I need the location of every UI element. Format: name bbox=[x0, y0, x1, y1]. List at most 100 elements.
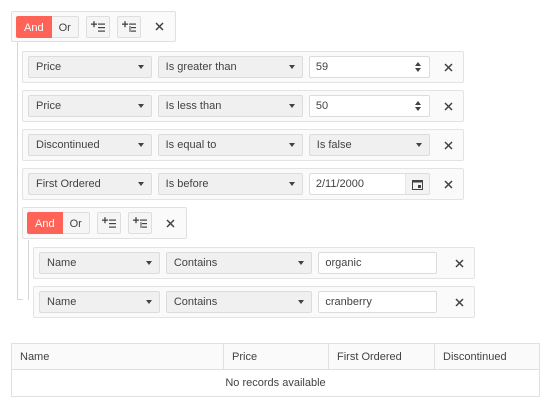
arrow-up-icon[interactable] bbox=[415, 62, 422, 66]
field-dropdown[interactable]: Name bbox=[39, 291, 160, 313]
close-icon bbox=[455, 297, 464, 307]
operator-dropdown-value: Is less than bbox=[165, 100, 222, 112]
column-header-name[interactable]: Name bbox=[12, 344, 224, 369]
operator-dropdown[interactable]: Is before bbox=[157, 173, 303, 195]
nested-or-button[interactable]: Or bbox=[62, 212, 90, 234]
filter-expression-row: First Ordered Is before 2/11/2000 bbox=[22, 168, 464, 200]
operator-dropdown-value: Is equal to bbox=[165, 139, 217, 151]
remove-expression-button[interactable] bbox=[449, 253, 469, 273]
value-text: organic bbox=[325, 257, 362, 269]
field-dropdown[interactable]: Name bbox=[39, 252, 160, 274]
operator-dropdown[interactable]: Is less than bbox=[157, 95, 303, 117]
value-numeric-input[interactable]: 50 bbox=[308, 95, 431, 117]
grid-empty-message: No records available bbox=[225, 377, 326, 389]
filter-expression-row: Discontinued Is equal to Is false bbox=[22, 129, 464, 161]
numeric-spinner[interactable] bbox=[407, 57, 429, 77]
caret-down-icon bbox=[298, 261, 305, 265]
caret-down-icon bbox=[137, 143, 144, 147]
caret-down-icon bbox=[288, 65, 295, 69]
value-text: 2/11/2000 bbox=[315, 178, 364, 190]
caret-down-icon bbox=[137, 182, 144, 186]
date-picker-button[interactable] bbox=[405, 174, 430, 194]
operator-dropdown[interactable]: Contains bbox=[165, 291, 313, 313]
add-group-icon bbox=[132, 217, 147, 228]
tree-connector-nested bbox=[28, 240, 29, 300]
caret-down-icon bbox=[288, 143, 295, 147]
operator-dropdown[interactable]: Is equal to bbox=[157, 134, 303, 156]
remove-expression-button[interactable] bbox=[449, 292, 469, 312]
numeric-spinner[interactable] bbox=[407, 96, 429, 116]
remove-expression-button[interactable] bbox=[438, 174, 458, 194]
nested-group-toolbar: And Or bbox=[22, 207, 187, 239]
value-text: cranberry bbox=[325, 296, 372, 308]
value-text-input[interactable]: organic bbox=[318, 252, 438, 274]
field-dropdown[interactable]: Price bbox=[28, 95, 152, 117]
nested-filter-expression-row: Name Contains cranberry bbox=[33, 286, 475, 318]
nested-filter-expression-row: Name Contains organic bbox=[33, 247, 475, 279]
caret-down-icon bbox=[145, 300, 152, 304]
tree-connector-root bbox=[17, 36, 18, 299]
value-date-input[interactable]: 2/11/2000 bbox=[308, 173, 431, 195]
root-group-toolbar: And Or bbox=[11, 11, 176, 42]
root-and-button[interactable]: And bbox=[16, 15, 52, 38]
operator-dropdown-value: Is before bbox=[165, 178, 209, 190]
close-icon bbox=[444, 62, 453, 72]
field-dropdown-value: First Ordered bbox=[36, 178, 101, 190]
field-dropdown[interactable]: Price bbox=[28, 56, 152, 78]
data-grid: Name Price First Ordered Discontinued No… bbox=[11, 343, 540, 397]
root-add-expression-button[interactable] bbox=[85, 15, 110, 38]
root-remove-group-button[interactable] bbox=[149, 16, 171, 38]
field-dropdown-value: Name bbox=[47, 296, 77, 308]
filter-expression-row: Price Is less than 50 bbox=[22, 90, 464, 122]
value-text: 59 bbox=[315, 61, 329, 73]
add-expression-icon bbox=[101, 217, 116, 228]
root-add-group-button[interactable] bbox=[116, 15, 141, 38]
arrow-down-icon[interactable] bbox=[415, 68, 422, 72]
value-dropdown[interactable]: Is false bbox=[308, 134, 431, 156]
field-dropdown-value: Discontinued bbox=[36, 139, 100, 151]
field-dropdown-value: Price bbox=[36, 61, 62, 73]
arrow-up-icon[interactable] bbox=[415, 101, 422, 105]
nested-add-group-button[interactable] bbox=[127, 212, 152, 234]
nested-add-expression-button[interactable] bbox=[96, 212, 121, 234]
value-dropdown-value: Is false bbox=[316, 139, 352, 151]
field-dropdown[interactable]: First Ordered bbox=[28, 173, 152, 195]
remove-expression-button[interactable] bbox=[438, 135, 458, 155]
value-numeric-input[interactable]: 59 bbox=[308, 56, 431, 78]
root-or-button[interactable]: Or bbox=[51, 15, 79, 38]
value-text-input[interactable]: cranberry bbox=[318, 291, 438, 313]
field-dropdown[interactable]: Discontinued bbox=[28, 134, 152, 156]
add-expression-icon bbox=[90, 20, 105, 32]
nested-remove-group-button[interactable] bbox=[160, 212, 182, 234]
caret-down-icon bbox=[145, 261, 152, 265]
close-icon bbox=[444, 179, 453, 189]
nested-and-button[interactable]: And bbox=[27, 212, 63, 234]
field-dropdown-value: Price bbox=[36, 100, 62, 112]
operator-dropdown-value: Contains bbox=[173, 296, 218, 308]
caret-down-icon bbox=[416, 143, 423, 147]
operator-dropdown[interactable]: Is greater than bbox=[157, 56, 303, 78]
caret-down-icon bbox=[288, 182, 295, 186]
arrow-down-icon[interactable] bbox=[415, 107, 422, 111]
filter-expression-row: Price Is greater than 59 bbox=[22, 51, 464, 83]
grid-header-row: Name Price First Ordered Discontinued bbox=[12, 344, 539, 370]
column-header-discontinued[interactable]: Discontinued bbox=[435, 344, 539, 369]
value-text: 50 bbox=[315, 100, 329, 112]
remove-expression-button[interactable] bbox=[438, 96, 458, 116]
add-group-icon bbox=[121, 20, 136, 32]
operator-dropdown[interactable]: Contains bbox=[165, 252, 313, 274]
close-icon bbox=[455, 258, 464, 268]
close-icon bbox=[444, 140, 453, 150]
column-header-price[interactable]: Price bbox=[224, 344, 329, 369]
remove-expression-button[interactable] bbox=[438, 57, 458, 77]
close-icon bbox=[444, 101, 453, 111]
caret-down-icon bbox=[137, 65, 144, 69]
operator-dropdown-value: Is greater than bbox=[165, 61, 237, 73]
caret-down-icon bbox=[298, 300, 305, 304]
nested-logic-toggle: And Or bbox=[27, 212, 90, 234]
tree-connector-root-end bbox=[17, 299, 23, 300]
field-dropdown-value: Name bbox=[47, 257, 77, 269]
column-header-first-ordered[interactable]: First Ordered bbox=[329, 344, 435, 369]
root-logic-toggle: And Or bbox=[16, 15, 79, 38]
calendar-icon bbox=[412, 179, 424, 190]
